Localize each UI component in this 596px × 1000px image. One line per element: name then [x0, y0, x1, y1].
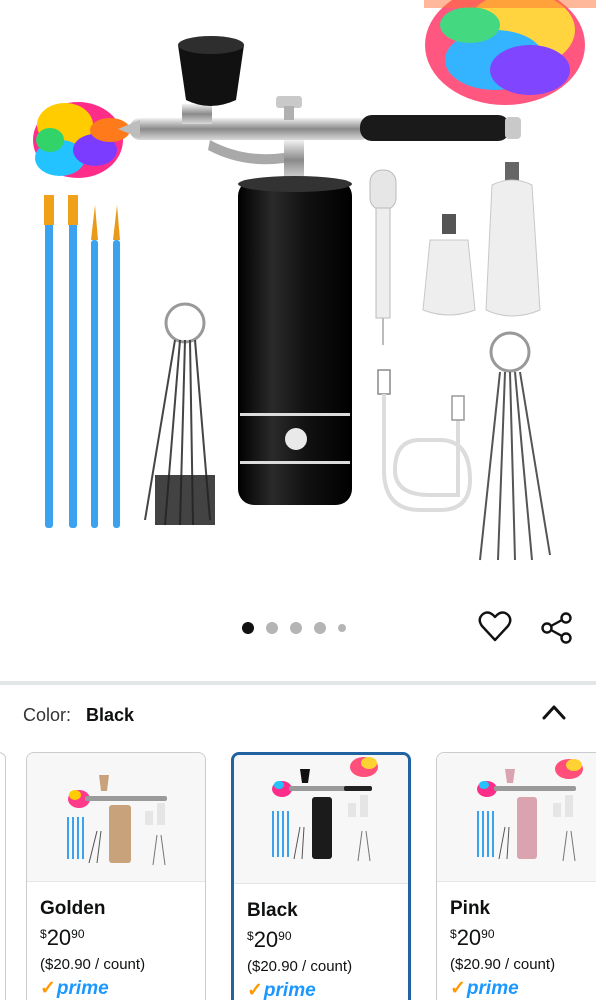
compressor-body: [238, 176, 352, 505]
usb-cable: [377, 369, 473, 512]
option-unit-price: ($20.90 / count): [247, 958, 353, 975]
color-option-black[interactable]: Black $2090 ($20.90 / count) ✓prime: [231, 752, 411, 1000]
prime-badge: ✓prime: [450, 978, 519, 999]
pink-airbrush-thumbnail: [477, 759, 583, 862]
option-name: Pink: [450, 898, 491, 919]
prime-check-icon: ✓: [450, 978, 466, 999]
cleaning-brushes-left: [144, 302, 215, 526]
prime-badge: ✓prime: [40, 978, 109, 999]
color-option-pink[interactable]: Pink $2090 ($20.90 / count) ✓prime: [436, 752, 596, 1000]
paint-splash: [33, 102, 130, 178]
cleaning-brushes-right: [479, 331, 551, 561]
heart-outline-icon[interactable]: [478, 610, 512, 644]
prime-badge: ✓prime: [247, 980, 316, 1000]
pagination-dot[interactable]: [290, 622, 302, 634]
dropper: [369, 169, 397, 345]
selected-color: Black: [86, 705, 135, 725]
black-airbrush-thumbnail: [272, 757, 378, 862]
prime-check-icon: ✓: [40, 978, 56, 999]
option-thumbnail: [234, 755, 408, 884]
option-thumbnail: [437, 753, 596, 882]
pagination-dot[interactable]: [266, 622, 278, 634]
color-swirl: [424, 0, 596, 105]
pagination-dot[interactable]: [338, 624, 346, 632]
pagination-dot[interactable]: [242, 622, 254, 634]
option-price: $2090: [247, 927, 292, 952]
color-variation-label: Color: Black: [23, 705, 134, 726]
option-thumbnail: [27, 753, 205, 882]
airbrush-kit-illustration: [33, 0, 596, 561]
paint-brushes: [44, 195, 120, 528]
option-unit-price: ($20.90 / count): [450, 956, 556, 973]
image-pagination: [242, 622, 346, 634]
option-unit-price: ($20.90 / count): [40, 956, 146, 973]
color-option-golden[interactable]: Golden $2090 ($20.90 / count) ✓prime: [26, 752, 206, 1000]
option-price: $2090: [40, 925, 85, 950]
share-icon[interactable]: [540, 611, 574, 645]
color-options-carousel[interactable]: Golden $2090 ($20.90 / count) ✓prime Bla…: [0, 752, 596, 1000]
section-divider: [0, 681, 596, 685]
pagination-dot[interactable]: [314, 622, 326, 634]
option-name: Golden: [40, 898, 106, 919]
paint-cups: [422, 162, 541, 317]
chevron-up-icon[interactable]: [541, 702, 567, 722]
prime-check-icon: ✓: [247, 980, 263, 1000]
golden-airbrush-thumbnail: [67, 775, 167, 866]
product-image[interactable]: [0, 0, 596, 600]
option-price: $2090: [450, 925, 495, 950]
option-name: Black: [247, 900, 298, 921]
color-label: Color:: [23, 705, 72, 725]
previous-option-card[interactable]: [0, 752, 6, 1000]
